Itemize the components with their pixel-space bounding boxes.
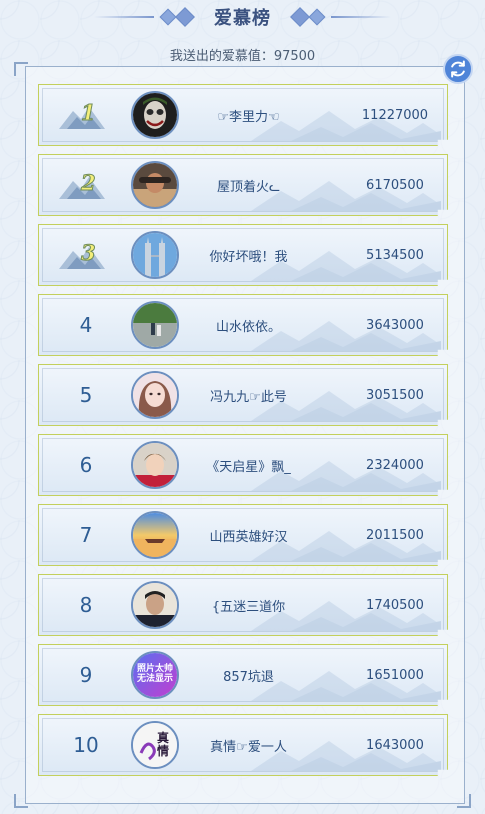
user-name[interactable]: ☞李里力☜: [191, 85, 306, 145]
user-name[interactable]: {五迷三道你: [191, 575, 306, 635]
rank-number: 2: [81, 170, 97, 196]
sent-admiration-value: 我送出的爱慕值：97500: [169, 49, 316, 64]
avatar-caption-line: 无法显示: [136, 674, 173, 684]
user-name[interactable]: 真情☞爱一人: [191, 715, 306, 775]
ranking-row[interactable]: 3 你好坏哦！我 5134500: [38, 224, 448, 286]
ranking-row[interactable]: 2 屋顶着火ᓚ 6170500: [38, 154, 448, 216]
admiration-score: 6170500: [366, 177, 424, 193]
avatar[interactable]: [131, 371, 179, 419]
ranking-row[interactable]: 6 《天启星》飘_ 2324000: [38, 434, 448, 496]
avatar[interactable]: [131, 511, 179, 559]
avatar[interactable]: 照片太帅 无法显示: [131, 651, 179, 699]
user-name[interactable]: 《天启星》飘_: [191, 435, 306, 495]
ranking-row[interactable]: 7 山西英雄好汉 2011500: [38, 504, 448, 566]
title-ornament-line-right: [331, 16, 391, 18]
rank-number: 1: [81, 100, 97, 126]
ranking-row[interactable]: 5 冯九九☞此号 3051500: [38, 364, 448, 426]
rank-badge: 2: [59, 169, 119, 201]
user-name[interactable]: 冯九九☞此号: [191, 365, 306, 425]
ranking-row[interactable]: 8 {五迷三道你 1740500: [38, 574, 448, 636]
admiration-score: 2324000: [366, 457, 424, 473]
avatar[interactable]: [131, 581, 179, 629]
avatar-caption-line: 情: [156, 744, 169, 758]
rank-badge: 3: [59, 239, 119, 271]
admiration-score: 11227000: [361, 107, 429, 123]
admiration-score: 3051500: [366, 387, 424, 403]
avatar[interactable]: [131, 231, 179, 279]
user-name[interactable]: 山西英雄好汉: [191, 505, 306, 565]
ranking-row[interactable]: 10 真情真情☞爱一人 1643000: [38, 714, 448, 776]
avatar[interactable]: [131, 441, 179, 489]
ranking-list: 1 ☞李里力☜ 11227000 2 屋顶着火ᓚ 6170500 3 你好坏哦！我 513450…: [38, 84, 448, 784]
admiration-score: 5134500: [366, 247, 424, 263]
refresh-button[interactable]: [443, 54, 473, 84]
admiration-score: 1651000: [366, 667, 424, 683]
user-name[interactable]: 857坑退: [191, 645, 306, 705]
user-name[interactable]: 你好坏哦！我: [191, 225, 306, 285]
refresh-icon: [451, 60, 465, 78]
avatar[interactable]: [131, 91, 179, 139]
title-bar: 爱慕榜: [0, 4, 485, 30]
admiration-score: 3643000: [366, 317, 424, 333]
admiration-score: 1643000: [366, 737, 424, 753]
avatar[interactable]: 真情: [131, 721, 179, 769]
ranking-row[interactable]: 4 山水依依。 3643000: [38, 294, 448, 356]
user-name[interactable]: 山水依依。: [191, 295, 306, 355]
ranking-row[interactable]: 1 ☞李里力☜ 11227000: [38, 84, 448, 146]
title-ornament-line-left: [94, 16, 154, 18]
rank-badge: 1: [59, 99, 119, 131]
avatar-caption: 照片太帅 无法显示: [133, 653, 177, 697]
rank-number: 3: [81, 240, 97, 266]
rank-number: 9: [79, 663, 93, 687]
page-title: 爱慕榜: [214, 8, 271, 29]
rank-number: 10: [73, 733, 99, 757]
admiration-score: 1740500: [366, 597, 424, 613]
admiration-score: 2011500: [366, 527, 424, 543]
rank-number: 8: [79, 593, 93, 617]
ranking-row[interactable]: 9 照片太帅 无法显示 857坑退 1651000: [38, 644, 448, 706]
user-name[interactable]: 屋顶着火ᓚ: [191, 155, 306, 215]
diamond-ornament-left-icon: [159, 7, 195, 27]
rank-number: 7: [79, 523, 93, 547]
avatar[interactable]: [131, 161, 179, 209]
avatar-caption: 真情: [133, 723, 177, 767]
rank-number: 4: [79, 313, 93, 337]
diamond-ornament-right-icon: [290, 7, 326, 27]
avatar[interactable]: [131, 301, 179, 349]
rank-number: 5: [79, 383, 93, 407]
rank-number: 6: [79, 453, 93, 477]
